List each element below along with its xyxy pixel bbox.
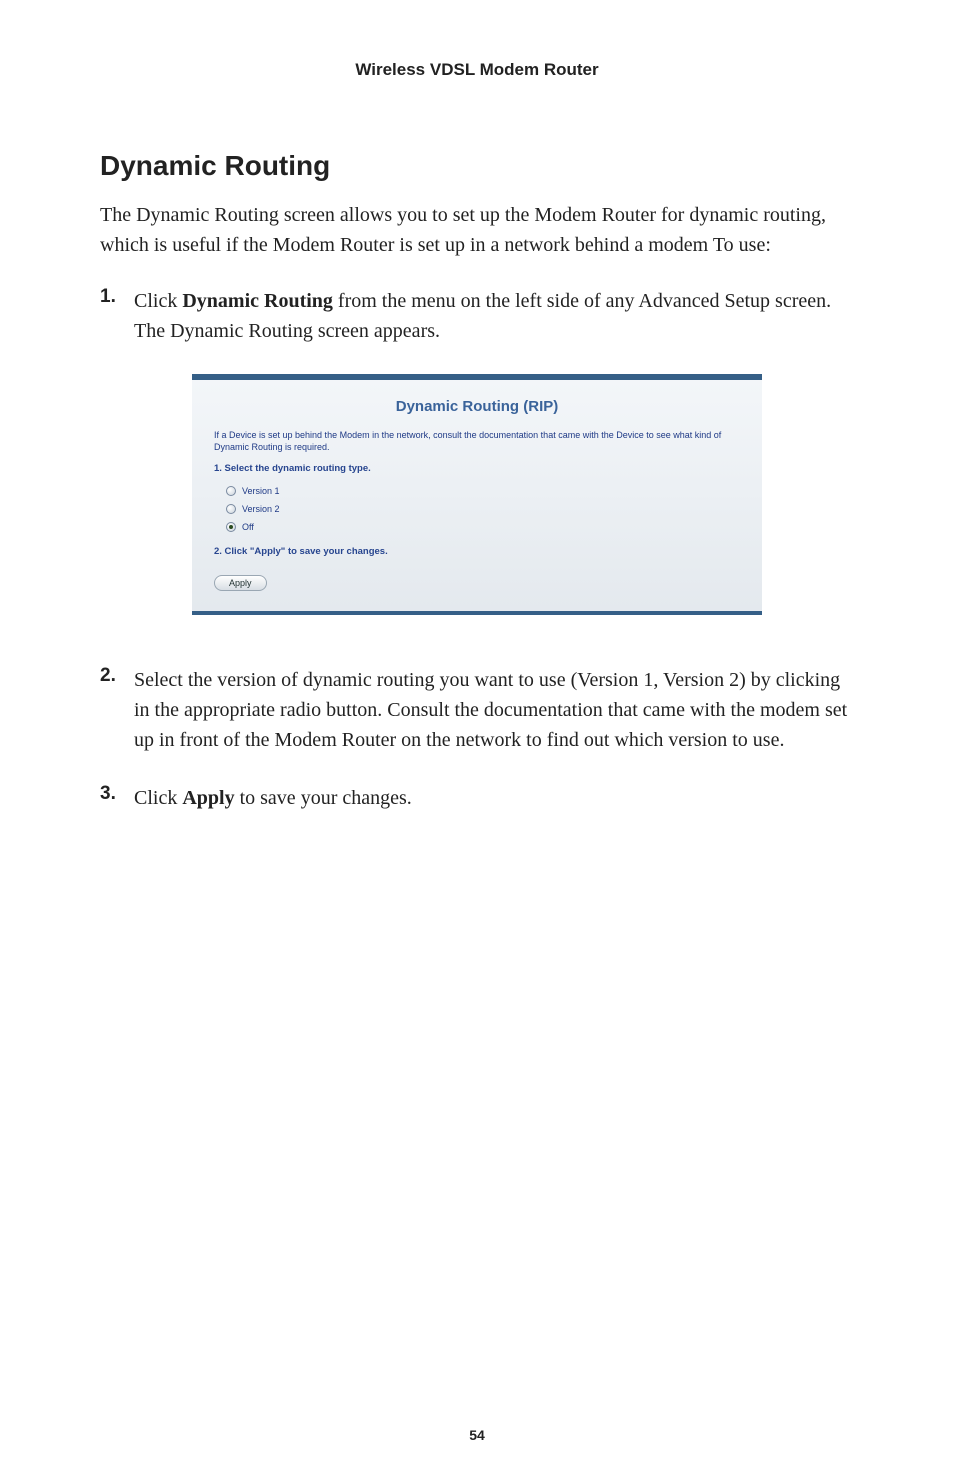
panel-subheading-2: 2. Click "Apply" to save your changes. <box>214 546 740 557</box>
apply-button[interactable]: Apply <box>214 575 267 591</box>
step-text: Click Apply to save your changes. <box>134 783 412 813</box>
step-part-bold: Apply <box>182 787 234 809</box>
radio-option-version2[interactable]: Version 2 <box>214 500 740 518</box>
step-number: 2. <box>100 665 134 755</box>
config-panel-inner: Dynamic Routing (RIP) If a Device is set… <box>192 380 762 611</box>
step-number: 3. <box>100 783 134 813</box>
step-part: Click <box>134 290 182 312</box>
step-2: 2. Select the version of dynamic routing… <box>100 665 854 755</box>
step-part: to save your changes. <box>235 787 412 809</box>
config-panel: Dynamic Routing (RIP) If a Device is set… <box>192 374 762 615</box>
page-number: 54 <box>0 1427 954 1443</box>
step-text: Select the version of dynamic routing yo… <box>134 665 854 755</box>
step-1: 1. Click Dynamic Routing from the menu o… <box>100 286 854 346</box>
step-3: 3. Click Apply to save your changes. <box>100 783 854 813</box>
section-intro: The Dynamic Routing screen allows you to… <box>100 200 854 260</box>
section-heading: Dynamic Routing <box>100 150 854 182</box>
document-header: Wireless VDSL Modem Router <box>100 60 854 80</box>
document-page: Wireless VDSL Modem Router Dynamic Routi… <box>0 0 954 1475</box>
step-list-cont: 2. Select the version of dynamic routing… <box>100 665 854 813</box>
panel-title: Dynamic Routing (RIP) <box>214 398 740 415</box>
radio-icon <box>226 486 236 496</box>
radio-icon <box>226 522 236 532</box>
step-part-bold: Dynamic Routing <box>182 290 333 312</box>
step-text: Click Dynamic Routing from the menu on t… <box>134 286 854 346</box>
radio-label: Off <box>242 522 254 532</box>
step-part: Select the version of dynamic routing yo… <box>134 669 847 751</box>
radio-option-version1[interactable]: Version 1 <box>214 482 740 500</box>
step-list: 1. Click Dynamic Routing from the menu o… <box>100 286 854 346</box>
radio-label: Version 2 <box>242 504 280 514</box>
radio-label: Version 1 <box>242 486 280 496</box>
radio-icon <box>226 504 236 514</box>
panel-subheading-1: 1. Select the dynamic routing type. <box>214 463 740 474</box>
panel-description: If a Device is set up behind the Modem i… <box>214 429 740 453</box>
radio-option-off[interactable]: Off <box>214 518 740 536</box>
step-number: 1. <box>100 286 134 346</box>
screenshot-wrap: Dynamic Routing (RIP) If a Device is set… <box>100 374 854 615</box>
step-part: Click <box>134 787 182 809</box>
